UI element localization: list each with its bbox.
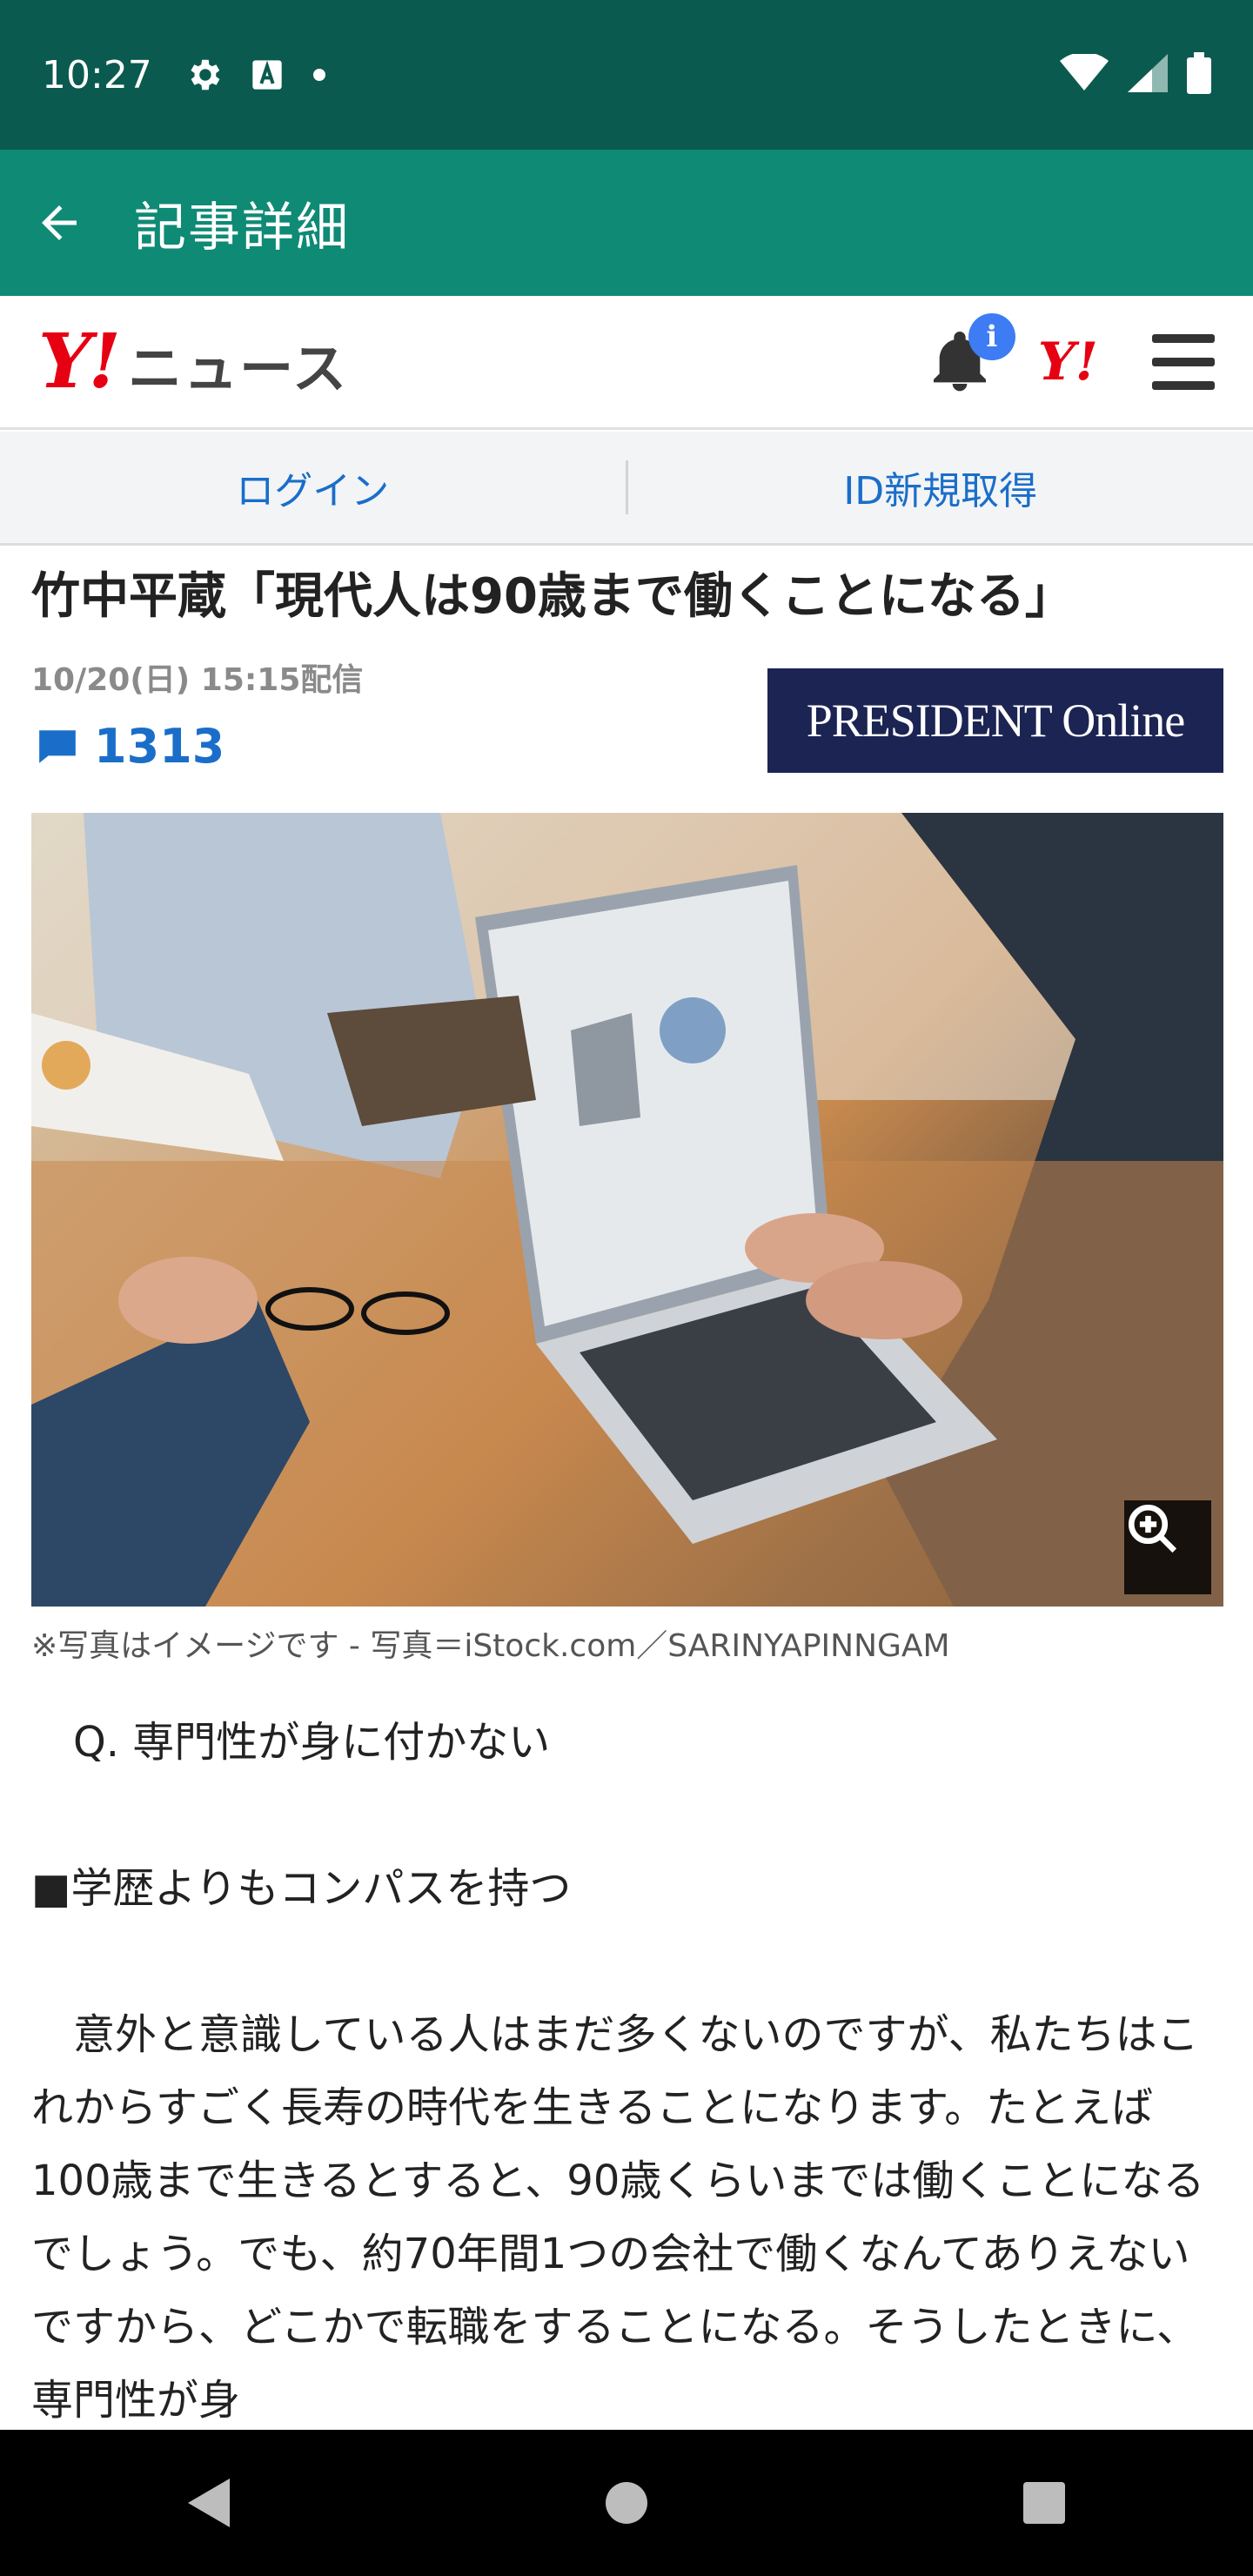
system-nav-bar bbox=[0, 2430, 1253, 2576]
article-title: 竹中平蔵「現代人は90歳まで働くことになる」 bbox=[31, 568, 1074, 625]
back-triangle-icon bbox=[188, 2479, 230, 2527]
app-bar: 記事詳細 bbox=[0, 150, 1253, 296]
hamburger-line bbox=[1152, 380, 1215, 390]
notification-button[interactable]: i bbox=[925, 312, 1015, 397]
body-heading: ■学歴よりもコンパスを持つ bbox=[31, 1864, 572, 1913]
photo-illustration bbox=[31, 813, 1223, 1607]
menu-button[interactable] bbox=[1152, 333, 1215, 390]
body-paragraph: 意外と意識している人はまだ多くないのですが、私たちはこれからすごく長寿の時代を生… bbox=[31, 2010, 1205, 2425]
yahoo-news-logo[interactable]: Y! ニュース bbox=[38, 318, 348, 406]
status-bar: 10:27 bbox=[0, 0, 1253, 150]
zoom-in-icon bbox=[1128, 1504, 1177, 1553]
photo-caption: ※写真はイメージです - 写真＝iStock.com／SARINYAPINNGA… bbox=[31, 1628, 950, 1664]
comment-count: 1313 bbox=[94, 719, 225, 774]
zoom-button[interactable] bbox=[1124, 1500, 1211, 1594]
logo-y: Y! bbox=[38, 318, 121, 406]
status-time: 10:27 bbox=[42, 52, 152, 97]
article-photo[interactable] bbox=[31, 813, 1223, 1607]
article-date: 10/20(日) 15:15配信 bbox=[31, 662, 364, 698]
dot-icon bbox=[311, 66, 328, 84]
nav-home-button[interactable] bbox=[574, 2451, 679, 2555]
nav-recents-button[interactable] bbox=[992, 2451, 1096, 2555]
yahoo-top-link[interactable]: Y! bbox=[1038, 332, 1098, 392]
login-bar: ログイン ID新規取得 bbox=[0, 432, 1253, 546]
comment-icon bbox=[39, 729, 76, 763]
home-circle-icon bbox=[606, 2482, 647, 2524]
comment-link[interactable]: 1313 bbox=[35, 719, 224, 774]
register-link[interactable]: ID新規取得 bbox=[628, 460, 1253, 515]
wifi-icon bbox=[1060, 51, 1109, 96]
site-header: Y! ニュース i Y! bbox=[0, 296, 1253, 430]
notification-badge: i bbox=[968, 312, 1015, 360]
signal-icon bbox=[1128, 54, 1168, 96]
logo-news: ニュース bbox=[128, 337, 349, 400]
recents-square-icon bbox=[1023, 2482, 1065, 2524]
battery-icon bbox=[1187, 52, 1211, 97]
nav-back-button[interactable] bbox=[157, 2451, 261, 2555]
hamburger-icon bbox=[1152, 333, 1215, 343]
gear-icon bbox=[184, 55, 224, 95]
login-link[interactable]: ログイン bbox=[0, 460, 626, 515]
text-a-icon bbox=[250, 57, 285, 92]
hamburger-line bbox=[1152, 357, 1215, 366]
body-paragraph: Q. 専門性が身に付かない bbox=[31, 1718, 551, 1767]
app-bar-title: 記事詳細 bbox=[134, 197, 350, 258]
arrow-left-icon bbox=[42, 205, 77, 240]
back-button[interactable] bbox=[30, 193, 89, 252]
article-body: Q. 専門性が身に付かない ■学歴よりもコンパスを持つ 意外と意識している人はま… bbox=[31, 1706, 1223, 2437]
source-logo[interactable]: PRESIDENT Online bbox=[767, 668, 1223, 773]
